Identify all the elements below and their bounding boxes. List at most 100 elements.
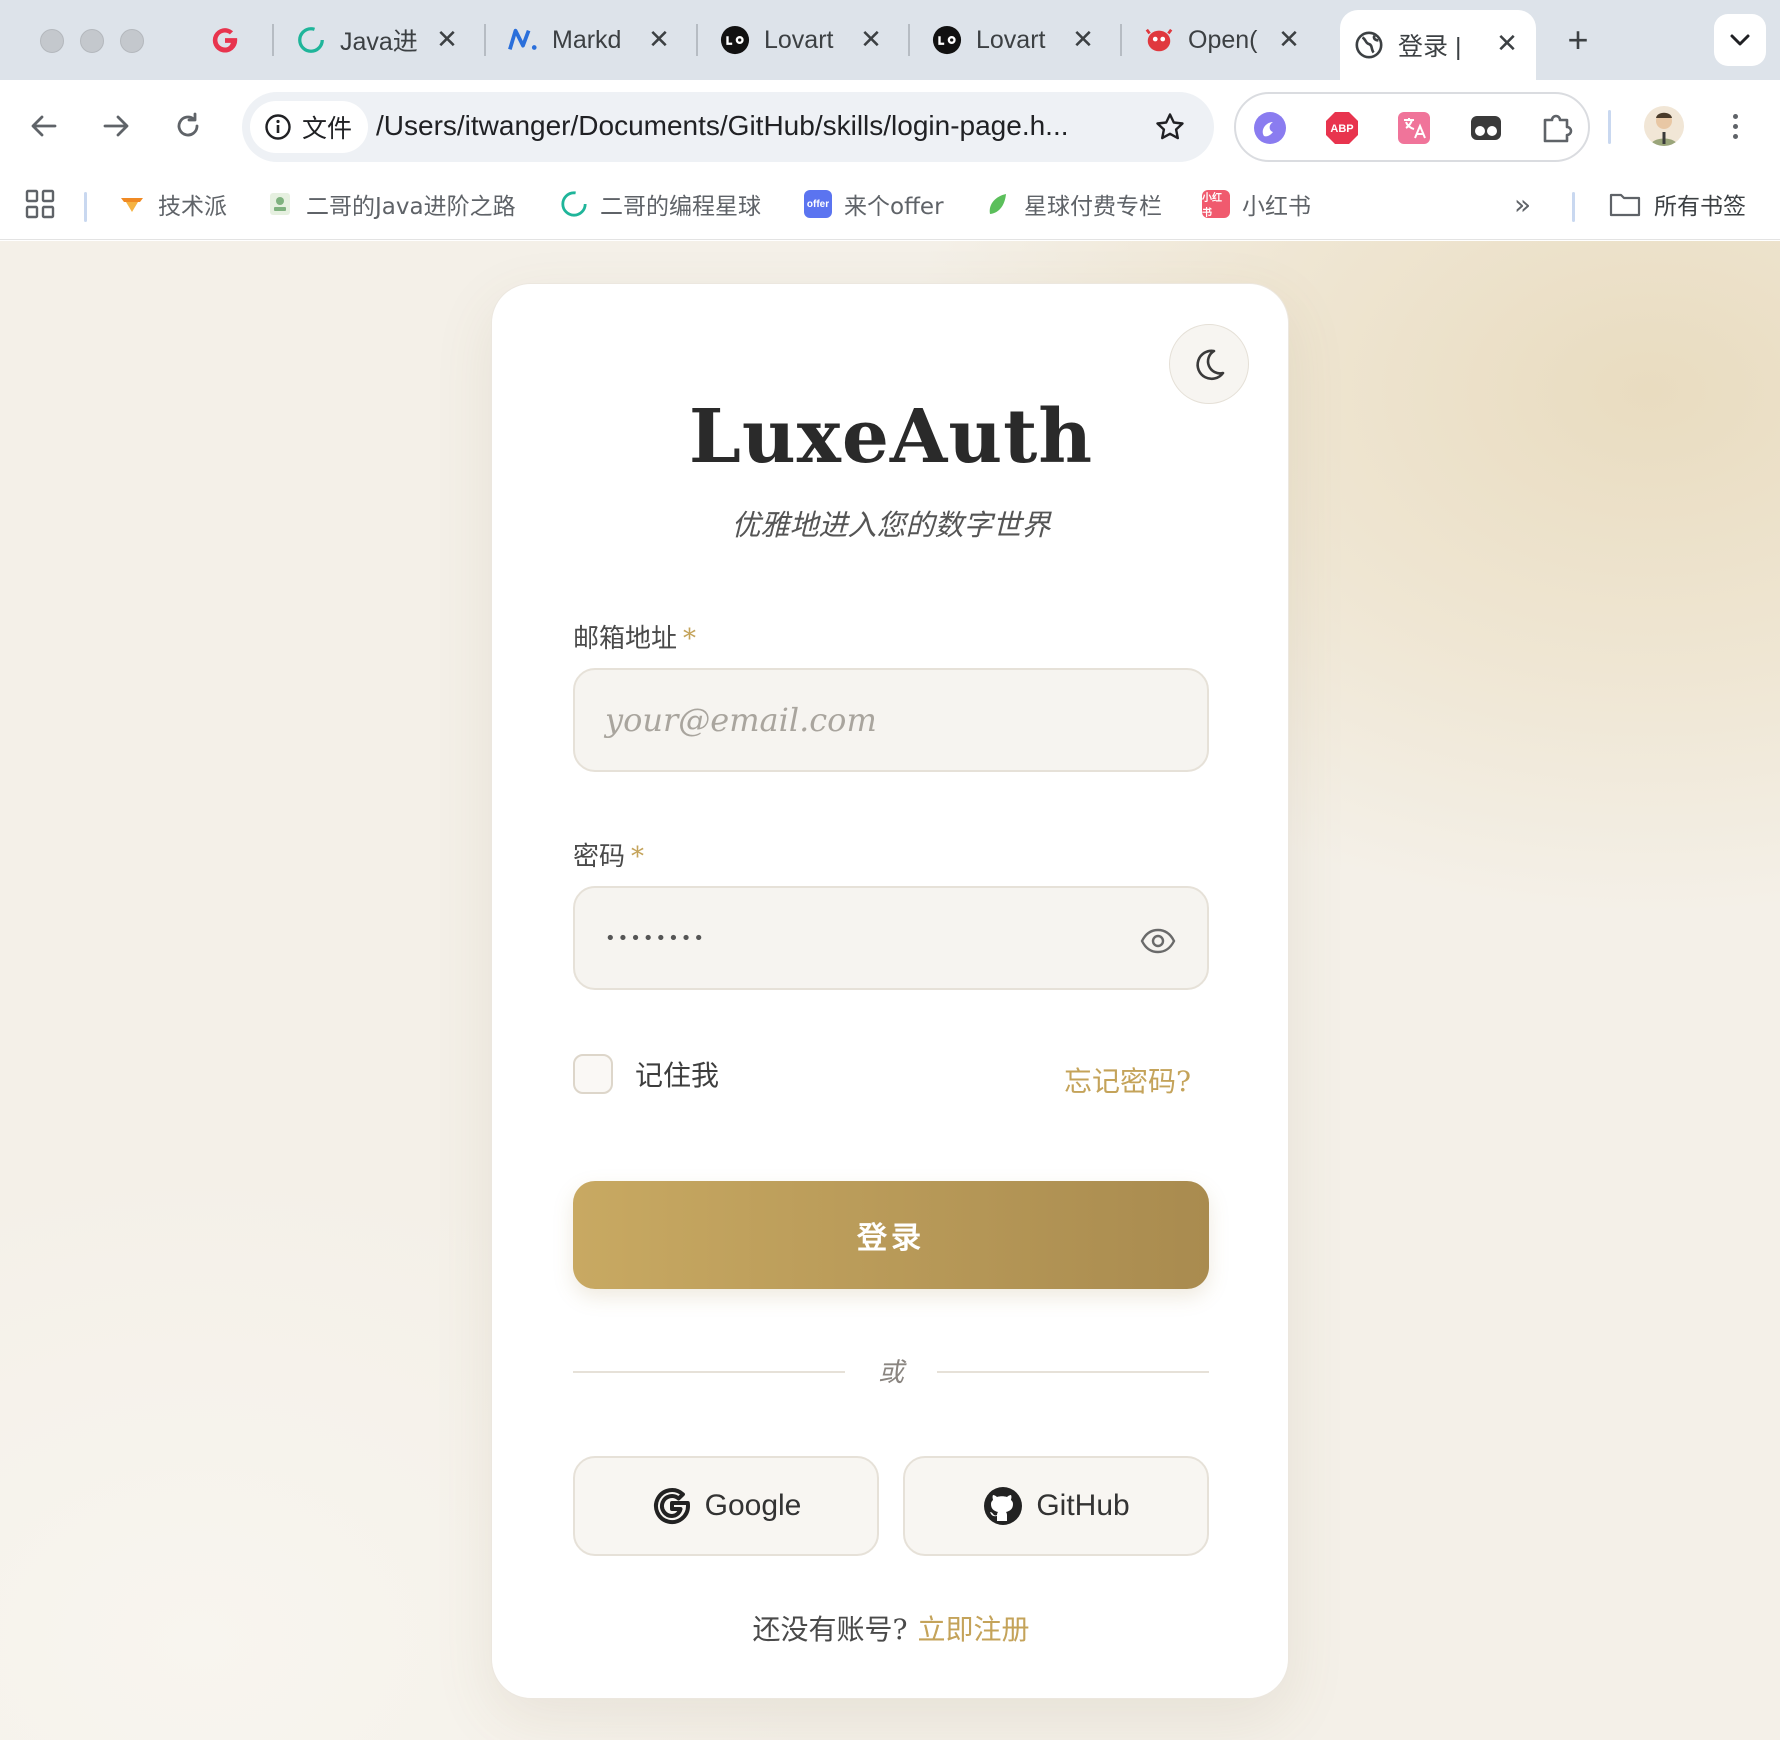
tab-close-icon[interactable]: ✕ xyxy=(432,25,462,55)
site-info-chip[interactable]: 文件 xyxy=(250,101,368,153)
email-field[interactable]: your@email.com xyxy=(573,668,1209,772)
password-label: 密码 * xyxy=(573,842,645,872)
tab-title: Open( xyxy=(1188,25,1258,54)
bookmark-item[interactable]: 二哥的Java进阶之路 xyxy=(266,186,516,222)
window-close-button[interactable] xyxy=(40,29,64,53)
required-marker: * xyxy=(683,624,697,654)
folder-icon xyxy=(1608,190,1642,218)
red-mascot-icon xyxy=(1144,25,1174,55)
bookmark-item[interactable]: 星球付费专栏 xyxy=(984,186,1162,222)
tab-strip: Java进 ✕ Markd ✕ Lovart ✕ Lovart ✕ Open( … xyxy=(0,0,1780,80)
back-button[interactable] xyxy=(24,106,64,146)
forgot-password-link[interactable]: 忘记密码? xyxy=(1064,1060,1191,1100)
abp-icon[interactable]: ABP xyxy=(1322,108,1362,148)
google-g-icon xyxy=(210,25,240,55)
tab-lovart-2[interactable]: Lovart ✕ xyxy=(932,12,1098,68)
tab-close-icon[interactable]: ✕ xyxy=(644,25,674,55)
tab-separator xyxy=(1120,24,1122,56)
apps-grid-icon xyxy=(25,189,55,219)
tab-title: 登录 | xyxy=(1398,33,1462,61)
tab-close-icon[interactable]: ✕ xyxy=(856,25,886,55)
tab-markdown[interactable]: Markd ✕ xyxy=(508,12,674,68)
tab-lovart-1[interactable]: Lovart ✕ xyxy=(720,12,886,68)
tab-close-icon[interactable]: ✕ xyxy=(1274,25,1304,55)
tab-close-icon[interactable]: ✕ xyxy=(1492,29,1522,59)
forward-button[interactable] xyxy=(96,106,136,146)
signup-row: 还没有账号? 立即注册 xyxy=(492,1608,1290,1648)
spinner-icon xyxy=(560,190,588,218)
glasses-icon[interactable] xyxy=(1466,108,1506,148)
tab-separator xyxy=(484,24,486,56)
email-label: 邮箱地址 * xyxy=(573,624,697,654)
new-tab-button[interactable]: + xyxy=(1558,19,1598,60)
bookmarks-overflow-button[interactable]: » xyxy=(1514,186,1531,222)
svg-text:ABP: ABP xyxy=(1330,123,1353,135)
toolbar-separator xyxy=(1608,110,1611,144)
offer-badge-icon: offer xyxy=(804,190,832,218)
url-text[interactable]: /Users/itwanger/Documents/GitHub/skills/… xyxy=(376,110,1069,142)
leaf-icon xyxy=(984,190,1012,218)
remember-me-label[interactable]: 记住我 xyxy=(635,1054,719,1094)
tab-close-icon[interactable]: ✕ xyxy=(1068,25,1098,55)
github-icon xyxy=(982,1485,1024,1527)
tab-separator xyxy=(908,24,910,56)
browser-menu-button[interactable] xyxy=(1720,106,1750,146)
tab-java[interactable]: Java进 ✕ xyxy=(296,12,462,68)
swirl-icon[interactable] xyxy=(1250,108,1290,148)
tab-title: Lovart xyxy=(764,25,834,54)
bookmark-item[interactable]: 技术派 xyxy=(118,186,227,222)
puzzle-icon[interactable] xyxy=(1536,108,1576,148)
login-card: LuxeAuth 优雅地进入您的数字世界 邮箱地址 * your@email.co… xyxy=(491,283,1289,1699)
browser-toolbar: 文件 /Users/itwanger/Documents/GitHub/skil… xyxy=(0,80,1780,172)
password-value: •••••••• xyxy=(605,927,706,949)
tab-open[interactable]: Open( ✕ xyxy=(1144,12,1304,68)
tab-google[interactable] xyxy=(210,12,254,68)
address-bar[interactable]: 文件 /Users/itwanger/Documents/GitHub/skil… xyxy=(242,92,1214,162)
google-login-button[interactable]: Google xyxy=(573,1456,879,1556)
bookmark-item[interactable]: offer 来个offer xyxy=(804,186,944,222)
window-minimize-button[interactable] xyxy=(80,29,104,53)
bookmarks-bar: 技术派 二哥的Java进阶之路 二哥的编程星球 offer 来个offer 星球… xyxy=(0,172,1780,240)
github-login-button[interactable]: GitHub xyxy=(903,1456,1209,1556)
spinner-icon xyxy=(296,25,326,55)
reload-button[interactable] xyxy=(168,106,208,146)
github-login-label: GitHub xyxy=(1036,1489,1130,1522)
tab-search-button[interactable] xyxy=(1714,14,1766,66)
lovart-icon xyxy=(932,25,962,55)
signup-link[interactable]: 立即注册 xyxy=(918,1613,1030,1646)
bookmarks-separator xyxy=(1572,192,1575,222)
translate-icon[interactable] xyxy=(1394,108,1434,148)
globe-icon xyxy=(1354,30,1384,60)
eye-icon xyxy=(1140,928,1176,954)
tab-title: Java进 xyxy=(340,28,418,56)
tab-title: Lovart xyxy=(976,25,1046,54)
login-button-label: 登录 xyxy=(857,1221,925,1256)
tab-login-active[interactable]: 登录 | ✕ xyxy=(1340,10,1536,80)
toggle-password-visibility-button[interactable] xyxy=(1139,922,1177,960)
google-icon xyxy=(651,1485,693,1527)
remember-me-checkbox[interactable] xyxy=(573,1054,613,1094)
arrow-left-icon xyxy=(31,115,57,137)
bookmark-item[interactable]: 二哥的编程星球 xyxy=(560,186,761,222)
bookmark-favicon xyxy=(118,190,146,218)
tagline: 优雅地进入您的数字世界 xyxy=(731,508,1051,542)
lovart-icon xyxy=(720,25,750,55)
bookmark-item[interactable]: 小红书 小红书 xyxy=(1202,186,1311,222)
arrow-right-icon xyxy=(103,115,129,137)
page-background: LuxeAuth 优雅地进入您的数字世界 邮箱地址 * your@email.co… xyxy=(0,241,1780,1740)
moon-icon xyxy=(1196,349,1225,381)
window-zoom-button[interactable] xyxy=(120,29,144,53)
file-scheme-label: 文件 xyxy=(302,115,353,143)
remember-me-row: 记住我 xyxy=(573,1054,719,1094)
profile-avatar[interactable] xyxy=(1644,106,1684,146)
password-field[interactable]: •••••••• xyxy=(573,886,1209,990)
login-button[interactable]: 登录 xyxy=(573,1181,1209,1289)
all-bookmarks-button[interactable]: 所有书签 xyxy=(1608,186,1746,222)
bookmark-star-button[interactable] xyxy=(1150,107,1190,147)
info-icon xyxy=(265,114,291,140)
theme-toggle-button[interactable] xyxy=(1169,324,1249,404)
apps-grid-button[interactable] xyxy=(24,186,56,222)
tab-separator xyxy=(696,24,698,56)
signup-prompt: 还没有账号? xyxy=(752,1613,908,1646)
xiaohongshu-icon: 小红书 xyxy=(1202,190,1230,219)
